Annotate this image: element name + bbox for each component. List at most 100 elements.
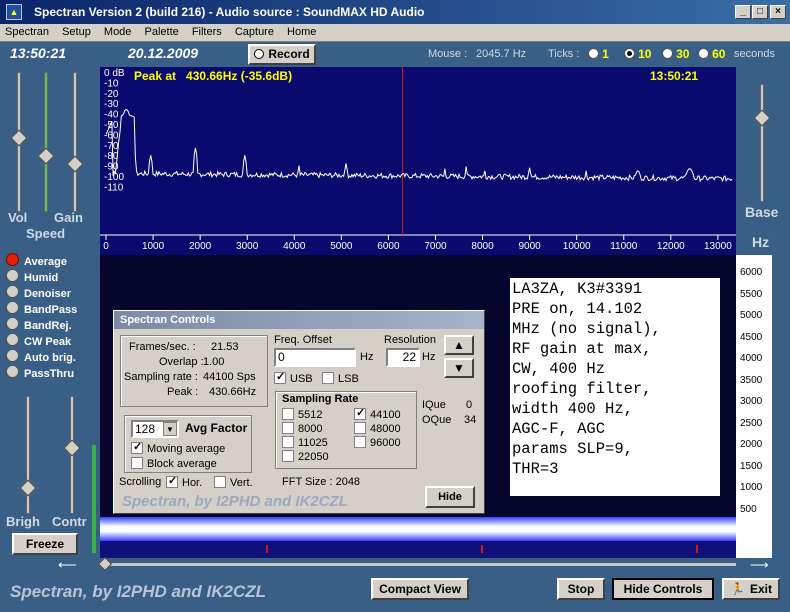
chevron-down-icon[interactable]: ▼ (163, 422, 177, 436)
menu-setup[interactable]: Setup (57, 24, 96, 40)
close-button[interactable]: × (770, 5, 786, 19)
mode-humid[interactable]: Humid (6, 269, 58, 284)
resolution-label: Resolution (384, 334, 436, 346)
freeze-button[interactable]: Freeze (12, 533, 78, 555)
scroll-hor-option[interactable]: Hor. (166, 474, 203, 489)
rate-44100-option[interactable]: 44100 (354, 406, 401, 421)
gain-slider-thumb[interactable] (66, 155, 84, 173)
speed-slider-track[interactable] (44, 72, 48, 212)
scroll-track[interactable] (100, 563, 736, 566)
maximize-button[interactable]: □ (752, 5, 768, 19)
menu-palette[interactable]: Palette (140, 24, 184, 40)
scroll-hor-label: Hor. (182, 477, 203, 489)
avg-factor-select[interactable]: 128 ▼ (131, 420, 179, 438)
exit-button[interactable]: 🏃 Exit (722, 578, 780, 600)
arrow-left-icon[interactable]: ⟵ (58, 557, 80, 572)
checkbox-icon (131, 440, 143, 454)
hide-button[interactable]: Hide (425, 486, 475, 508)
spectrum-display[interactable]: 0 dB -10 -20 -30 -40 -50 -60 -70 -80 -90 -100 -110 0… (100, 67, 736, 255)
scroll-vert-option[interactable]: Vert. (214, 476, 253, 489)
scroll-thumb[interactable] (97, 556, 113, 572)
spectran-controls-dialog: Spectran Controls Frames/sec. : 21.53 Ov… (113, 310, 485, 514)
clock-date: 20.12.2009 (128, 45, 199, 61)
tick-option-30[interactable]: 30 (662, 47, 689, 61)
spectrum-time: 13:50:21 (650, 69, 699, 83)
compact-view-button[interactable]: Compact View (371, 578, 469, 600)
rate-5512-option[interactable]: 5512 (282, 408, 322, 421)
gain-label: Gain (54, 210, 83, 225)
db-tick-label: -70 (104, 141, 119, 152)
resolution-down-button[interactable]: ▼ (444, 358, 474, 378)
freq-tick-label: 1000 (142, 241, 165, 252)
vol-slider-thumb[interactable] (10, 129, 28, 147)
mouse-label: Mouse : (428, 48, 468, 60)
tick-radio-icon (662, 48, 673, 59)
speed-slider-thumb[interactable] (37, 147, 55, 165)
resolution-input[interactable]: 22 (386, 348, 420, 367)
menu-bar: Spectran Setup Mode Palette Filters Capt… (0, 24, 790, 42)
menu-mode[interactable]: Mode (99, 24, 137, 40)
freq-tick-label: 9000 (518, 241, 541, 252)
usb-option[interactable]: USB (274, 370, 313, 385)
rate-label: 96000 (370, 437, 401, 449)
tick-value: 60 (712, 47, 726, 61)
hide-controls-button[interactable]: Hide Controls (612, 578, 714, 600)
minimize-button[interactable]: _ (735, 5, 751, 19)
mode-auto-brig[interactable]: Auto brig. (6, 349, 76, 364)
base-label: Base (745, 204, 779, 220)
freq-offset-input[interactable]: 0 (274, 348, 356, 367)
avg-factor-label: Avg Factor (185, 421, 248, 435)
app-icon[interactable]: ▲ (6, 4, 22, 20)
scroll-vert-label: Vert. (230, 477, 253, 489)
base-slider-thumb[interactable] (753, 109, 771, 127)
rate-48000-option[interactable]: 48000 (354, 422, 401, 435)
rate-8000-option[interactable]: 8000 (282, 422, 322, 435)
contr-label: Contr (52, 514, 87, 529)
tick-option-10[interactable]: 10 (624, 47, 651, 61)
menu-capture[interactable]: Capture (230, 24, 279, 40)
record-button[interactable]: Record (248, 44, 316, 65)
mode-bandrej[interactable]: BandRej. (6, 317, 72, 332)
mode-cw-peak[interactable]: CW Peak (6, 333, 71, 348)
rate-11025-option[interactable]: 11025 (282, 436, 328, 449)
tick-option-60[interactable]: 60 (698, 47, 725, 61)
record-label: Record (268, 47, 310, 61)
annotation-note: LA3ZA, K3#3391 PRE on, 14.102 MHz (no si… (510, 278, 720, 496)
menu-home[interactable]: Home (282, 24, 321, 40)
freq-tick-label: 7000 (424, 241, 447, 252)
rate-label: 44100 (370, 409, 401, 421)
db-tick-label: -60 (104, 130, 119, 141)
base-slider-track[interactable] (760, 84, 764, 202)
menu-spectran[interactable]: Spectran (0, 24, 54, 40)
waterfall-scale-label: 2500 (740, 417, 763, 429)
rate-22050-option[interactable]: 22050 (282, 450, 329, 463)
mode-radio-icon (6, 349, 19, 362)
mode-bandpass[interactable]: BandPass (6, 301, 77, 316)
freq-tick-label: 12000 (657, 241, 685, 252)
brigh-slider-thumb[interactable] (19, 479, 37, 497)
mode-passthru[interactable]: PassThru (6, 365, 74, 380)
gain-slider-track[interactable] (73, 72, 77, 212)
menu-filters[interactable]: Filters (187, 24, 227, 40)
block-average-option[interactable]: Block average (131, 457, 217, 470)
checkbox-icon (214, 476, 226, 488)
rate-96000-option[interactable]: 96000 (354, 436, 401, 449)
sampling-rate-group: Sampling Rate 5512 8000 11025 22050 4410… (275, 391, 417, 469)
mode-denoiser[interactable]: Denoiser (6, 285, 71, 300)
stop-button[interactable]: Stop (557, 578, 605, 600)
record-icon (254, 49, 265, 59)
freq-offset-hz: Hz (360, 351, 374, 363)
waterfall-scale-label: 1000 (740, 482, 763, 493)
checkbox-icon (274, 370, 286, 384)
mode-radio-icon (6, 285, 19, 298)
rate-label: 11025 (298, 437, 328, 449)
mode-average[interactable]: Average (6, 253, 67, 268)
lsb-option[interactable]: LSB (322, 372, 359, 385)
tick-option-1[interactable]: 1 (588, 47, 609, 61)
arrow-right-icon[interactable]: ⟶ (750, 557, 772, 572)
contr-slider-thumb[interactable] (63, 439, 81, 457)
mouse-value: 2045.7 Hz (476, 48, 527, 60)
moving-average-option[interactable]: Moving average (131, 440, 225, 455)
window-title: Spectran Version 2 (build 216) - Audio s… (34, 5, 425, 19)
resolution-up-button[interactable]: ▲ (444, 335, 474, 355)
